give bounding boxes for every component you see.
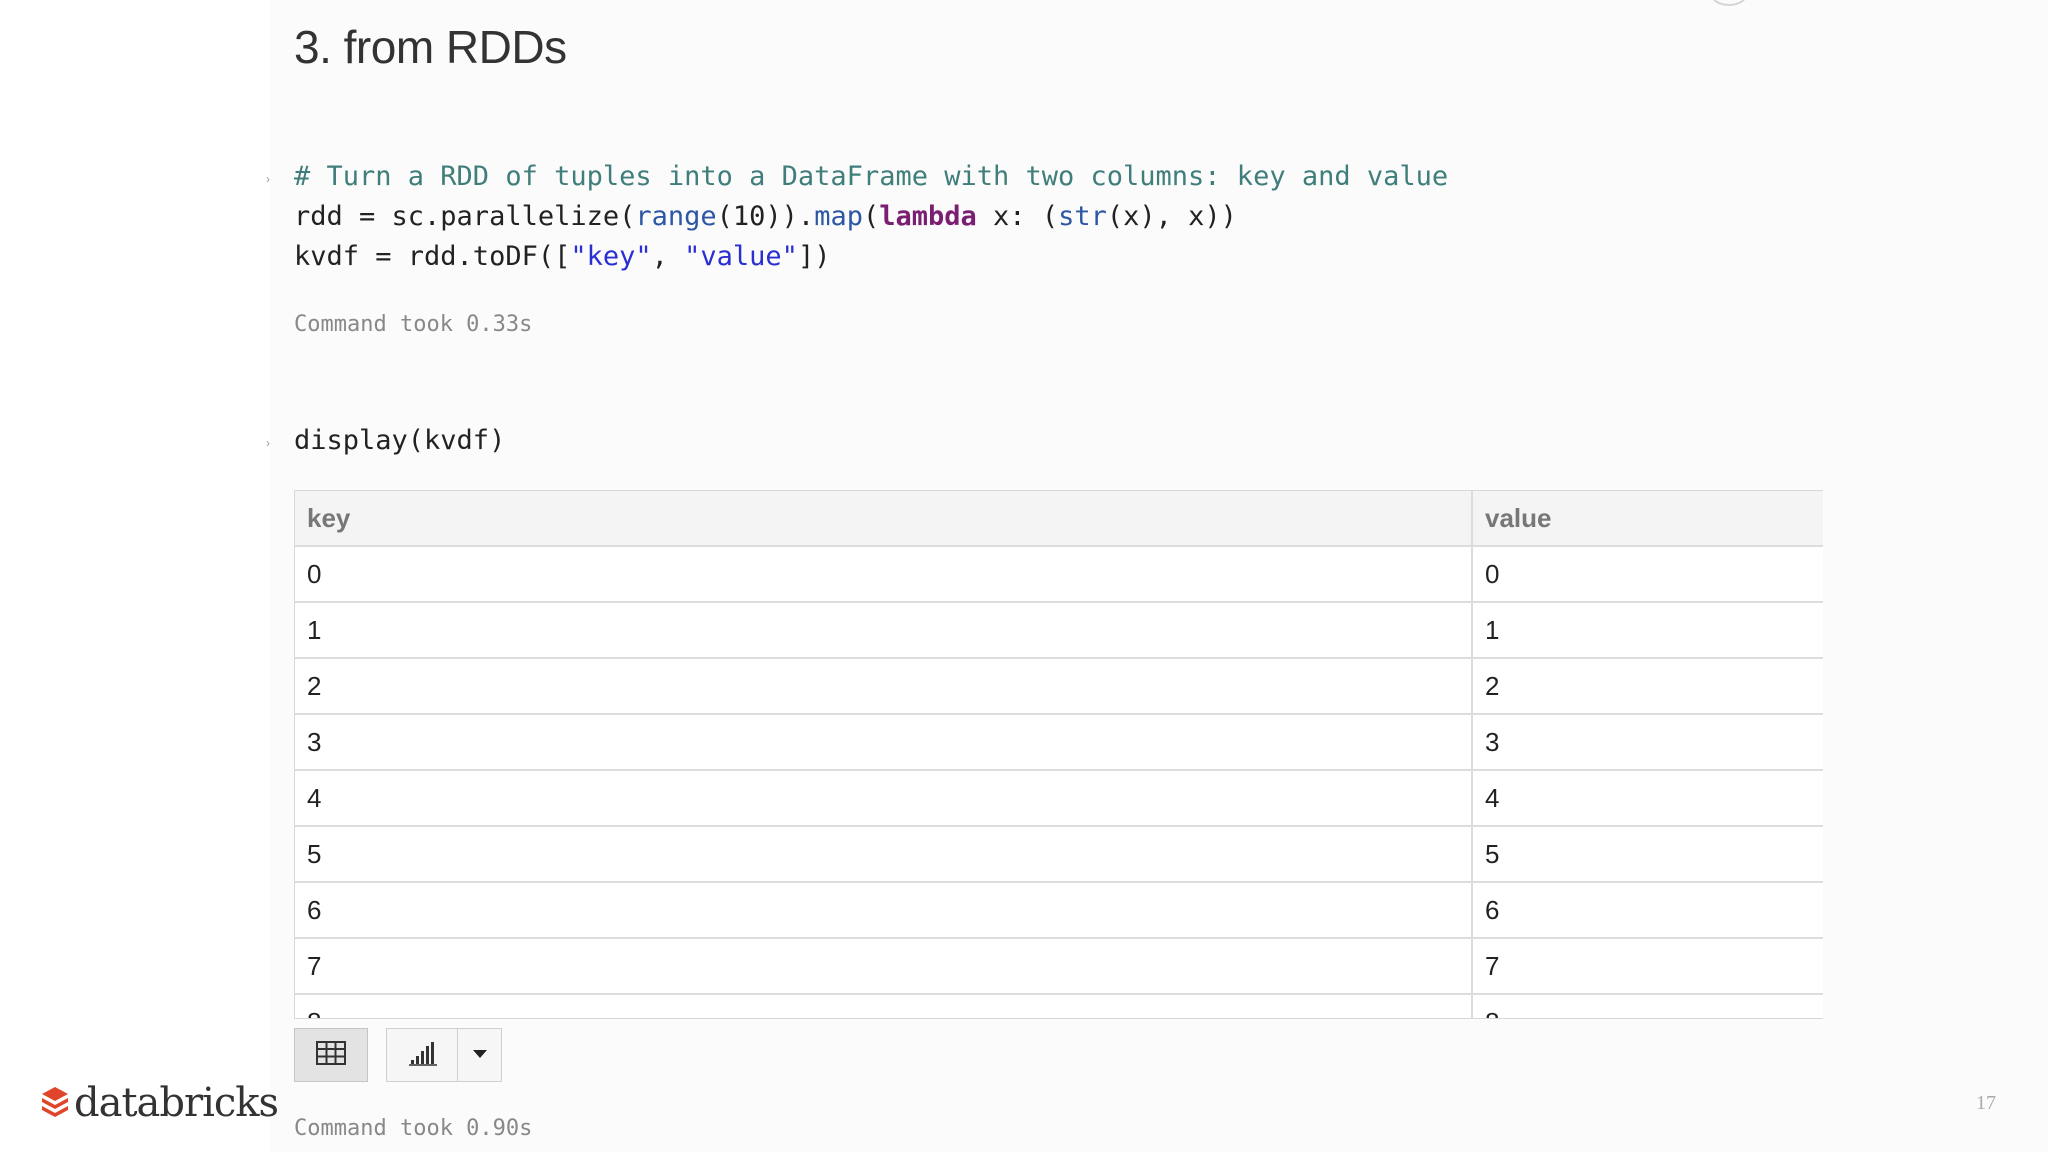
table-cell-key: 0 [295, 546, 1473, 603]
table-cell-value: 5 [1472, 826, 1823, 883]
cell-marker[interactable]: › [266, 173, 272, 185]
chart-options-dropdown[interactable] [457, 1028, 502, 1082]
table-cell-key: 1 [295, 602, 1473, 659]
table-grid-icon [316, 1040, 346, 1070]
table-cell-value: 1 [1472, 602, 1823, 659]
page-number: 17 [1976, 1092, 1996, 1114]
table-cell-value: 0 [1472, 546, 1823, 603]
databricks-logo-icon [40, 1085, 70, 1122]
table-row[interactable]: 88 [295, 994, 1823, 1018]
chart-view-button[interactable] [386, 1028, 458, 1082]
table-view-button[interactable] [294, 1028, 368, 1082]
cell-marker[interactable]: › [266, 437, 272, 449]
command-timing: Command took 0.90s [294, 1116, 533, 1141]
code-comment: # Turn a RDD of tuples into a DataFrame … [294, 161, 1449, 192]
column-header-key[interactable]: key [295, 491, 1473, 547]
table-row[interactable]: 77 [295, 938, 1823, 995]
table-cell-key: 4 [295, 770, 1473, 827]
code-line-kvdf: kvdf = rdd.toDF(["key", "value"]) [294, 241, 831, 272]
table-cell-key: 5 [295, 826, 1473, 883]
table-cell-key: 7 [295, 938, 1473, 995]
command-timing: Command took 0.33s [294, 312, 533, 337]
table-row[interactable]: 00 [295, 546, 1823, 603]
table-cell-value: 6 [1472, 882, 1823, 939]
caret-down-icon [472, 1046, 488, 1064]
slide-title: 3. from RDDs [294, 21, 567, 73]
table-cell-value: 8 [1472, 994, 1823, 1018]
table-cell-value: 7 [1472, 938, 1823, 995]
column-header-value[interactable]: value [1472, 491, 1823, 547]
table-row[interactable]: 11 [295, 602, 1823, 659]
results-table[interactable]: key value 001122334455667788 [294, 490, 1823, 1019]
table-header-row: key value [295, 491, 1823, 547]
table-row[interactable]: 44 [295, 770, 1823, 827]
brand-name: databricks [74, 1080, 279, 1126]
table-cell-value: 3 [1472, 714, 1823, 771]
table-row[interactable]: 33 [295, 714, 1823, 771]
table-cell-key: 2 [295, 658, 1473, 715]
bar-chart-icon [408, 1040, 438, 1071]
code-line-display: display(kvdf) [294, 425, 506, 456]
table-row[interactable]: 22 [295, 658, 1823, 715]
table-cell-value: 4 [1472, 770, 1823, 827]
table-cell-value: 2 [1472, 658, 1823, 715]
table-row[interactable]: 55 [295, 826, 1823, 883]
table-row[interactable]: 66 [295, 882, 1823, 939]
databricks-logo: databricks [40, 1080, 279, 1126]
code-line-rdd: rdd = sc.parallelize(range(10)).map(lamb… [294, 201, 1237, 232]
table-cell-key: 6 [295, 882, 1473, 939]
table-cell-key: 3 [295, 714, 1473, 771]
table-cell-key: 8 [295, 994, 1473, 1018]
